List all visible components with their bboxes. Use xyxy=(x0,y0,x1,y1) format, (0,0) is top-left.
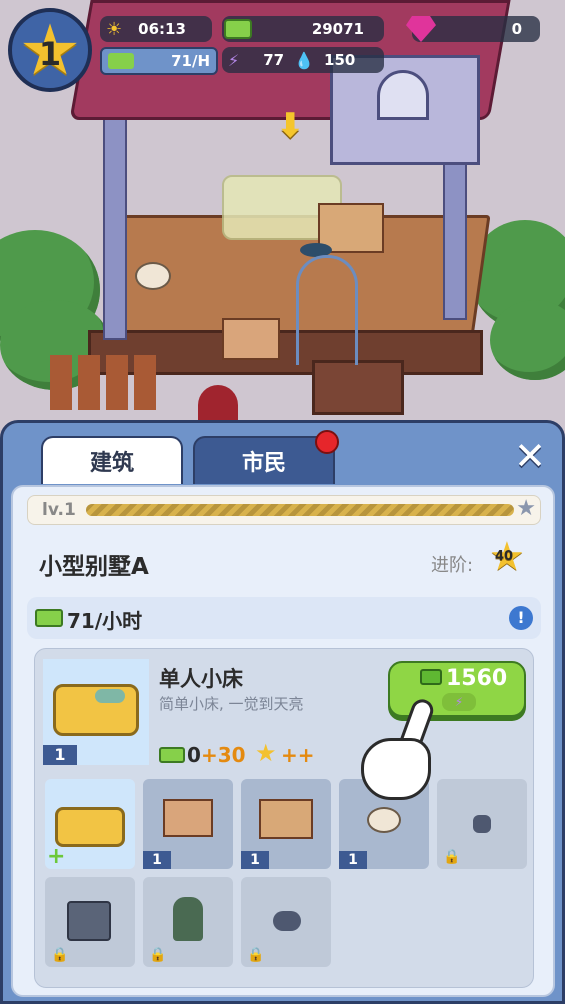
panel-tabs: 建筑 市民 xyxy=(41,430,339,484)
level-number: 1 xyxy=(38,35,62,73)
income-cash-icon xyxy=(35,609,63,627)
building-name: 小型别墅A xyxy=(39,554,149,580)
star-bonus: ++ xyxy=(281,743,315,767)
buy-cash-icon xyxy=(420,669,442,685)
slot-count: 1 xyxy=(241,851,269,869)
bonus-add: +30 xyxy=(201,743,246,767)
bed-icon xyxy=(55,807,125,847)
slot-locked[interactable]: 🔒 xyxy=(437,779,527,869)
time-text: 06:13 xyxy=(138,20,186,38)
info-icon[interactable]: ! xyxy=(509,606,533,630)
energy-text: 77 xyxy=(263,51,285,69)
slot-locked[interactable]: 🔒 xyxy=(241,877,331,967)
hedge-right-2 xyxy=(490,300,565,380)
lock-icon: 🔒 xyxy=(247,947,265,963)
tab-citizens-label: 市民 xyxy=(241,451,286,476)
desk-icon xyxy=(259,799,313,839)
safe-icon xyxy=(67,901,111,941)
level-label: lv.1 xyxy=(42,500,76,520)
slot-count: 1 xyxy=(339,851,367,869)
down-arrow-icon[interactable]: ⬇ xyxy=(276,108,306,144)
fence xyxy=(50,355,160,410)
pillow-icon xyxy=(95,689,125,703)
lock-icon: 🔒 xyxy=(443,849,461,865)
mailbox xyxy=(198,385,238,425)
item-desc: 简单小床, 一觉到天亮 xyxy=(159,695,304,713)
water-text: 150 xyxy=(324,51,356,69)
slot-bed[interactable]: + xyxy=(45,779,135,869)
window-icon xyxy=(377,70,429,120)
cash-text: 29071 xyxy=(311,20,364,38)
lock-icon: 🔒 xyxy=(51,947,69,963)
sun-icon: ☀ xyxy=(106,18,123,40)
slot-locked[interactable]: 🔒 xyxy=(45,877,135,967)
placement-outline xyxy=(296,255,358,365)
close-icon[interactable]: ✕ xyxy=(512,437,548,475)
slot-count: 1 xyxy=(143,851,171,869)
level-progress-bar: lv.1 ★ xyxy=(27,495,541,525)
bonus-star-icon: ★ xyxy=(255,739,277,767)
cash-icon xyxy=(224,19,252,39)
income-rate: 71/小时 xyxy=(67,609,143,633)
gem-display[interactable]: 0 xyxy=(406,16,540,42)
buy-energy-icon: ⚡ xyxy=(442,693,476,711)
bonus-base: 0 xyxy=(187,743,201,767)
item-image: 1 xyxy=(43,659,149,765)
stove[interactable] xyxy=(222,318,280,360)
locked-item-icon xyxy=(473,815,491,833)
plant-icon xyxy=(173,897,203,941)
tab-citizens[interactable]: 市民 xyxy=(193,430,339,484)
cash-income-icon xyxy=(108,53,134,69)
tab-building[interactable]: 建筑 xyxy=(41,436,183,484)
water-drop-icon: 💧 xyxy=(294,50,315,70)
upgrade-star-count: 40 xyxy=(495,549,514,564)
item-count: 1 xyxy=(43,745,77,765)
bonus-cash-icon xyxy=(159,747,185,763)
toilet-icon xyxy=(367,807,401,833)
income-display[interactable]: 71/H xyxy=(100,47,218,75)
upgrade-label: 进阶: xyxy=(431,555,474,576)
slot-desk[interactable]: 1 xyxy=(241,779,331,869)
add-icon: + xyxy=(47,844,66,869)
level-progress-fill xyxy=(86,504,514,516)
income-row: 71/小时 ! xyxy=(27,597,541,639)
tutorial-hand-icon xyxy=(355,696,445,808)
upgrade-star-icon[interactable]: ★ 40 xyxy=(489,537,529,577)
steps xyxy=(312,360,404,415)
slot-stove[interactable]: 1 xyxy=(143,779,233,869)
lock-icon: 🔒 xyxy=(149,947,167,963)
level-badge[interactable]: ★ 1 xyxy=(8,8,92,92)
toilet[interactable] xyxy=(135,262,171,290)
cash-display[interactable]: 29071 xyxy=(222,16,384,42)
notification-dot xyxy=(315,430,339,454)
gem-text: 0 xyxy=(511,20,522,38)
time-display: ☀ 06:13 xyxy=(100,16,212,42)
energy-water-display[interactable]: ⚡ 77 💧 150 xyxy=(222,47,384,73)
item-name: 单人小床 xyxy=(159,667,243,691)
energy-icon: ⚡ xyxy=(228,50,240,70)
buy-price: 1560 xyxy=(446,666,508,691)
bush-icon xyxy=(273,911,301,931)
level-star-icon: ★ xyxy=(516,496,536,521)
income-text: 71/H xyxy=(171,52,210,70)
stove-icon xyxy=(163,799,213,837)
slot-locked[interactable]: 🔒 xyxy=(143,877,233,967)
